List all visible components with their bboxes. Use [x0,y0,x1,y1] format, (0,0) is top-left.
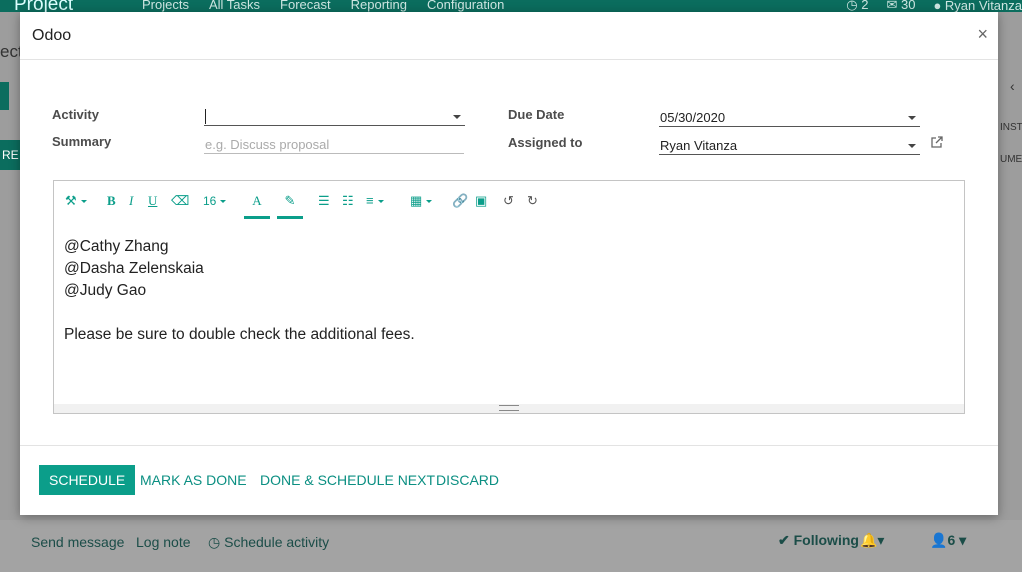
log-note-button[interactable]: Log note [136,534,191,550]
undo-icon[interactable]: ↺ [503,192,514,210]
text-cursor [205,108,206,124]
summary-input[interactable]: e.g. Discuss proposal [204,132,464,154]
chevron-down-icon[interactable] [908,116,916,120]
clock-icon: ◷ [208,534,221,550]
align-icon[interactable]: ≡ [366,192,384,210]
menu-all-tasks[interactable]: All Tasks [209,0,260,12]
message-count: 30 [900,0,916,12]
app-brand[interactable]: Project [14,0,73,12]
chevron-left-icon[interactable]: ‹ [1010,78,1015,94]
font-size-value: 16 [203,194,217,208]
due-date-label: Due Date [508,107,565,122]
numbered-list-icon[interactable]: ☷ [342,192,354,210]
followers-count: 6 [947,532,956,548]
editor-resize-handle[interactable] [54,404,964,413]
bullet-list-icon[interactable]: ☰ [318,192,330,210]
schedule-activity-button[interactable]: ◷ Schedule activity [208,534,329,551]
assigned-value: Ryan Vitanza [660,138,738,153]
underline-icon[interactable]: U [148,192,157,210]
discard-button[interactable]: DISCARD [436,465,499,495]
check-icon: ✔ [778,532,790,548]
mention-line: @Judy Gao [64,282,147,299]
schedule-activity-label: Schedule activity [224,534,330,550]
menu-configuration[interactable]: Configuration [427,0,504,12]
eraser-icon[interactable]: ⌫ [171,192,189,210]
right-fragment-2: UMEN [1000,154,1022,165]
table-icon[interactable]: ▦ [410,192,432,210]
redo-icon[interactable]: ↻ [527,192,538,210]
bold-icon[interactable]: B [107,192,116,210]
chevron-down-icon[interactable] [453,115,461,119]
image-icon[interactable]: ▣ [475,192,487,210]
link-icon[interactable]: 🔗 [452,192,468,210]
menu-projects[interactable]: Projects [142,0,189,12]
messages-icon[interactable]: ✉ 30 [886,0,915,12]
users-icon: 👤 [930,532,948,548]
schedule-activity-dialog: Odoo × Activity Summary e.g. Discuss pro… [20,12,998,515]
menu-reporting[interactable]: Reporting [351,0,407,12]
dialog-title: Odoo [32,27,72,44]
mention-line: @Cathy Zhang [64,238,169,255]
chevron-down-icon[interactable] [908,144,916,148]
assigned-to-label: Assigned to [508,135,583,150]
italic-icon[interactable]: I [129,192,133,210]
external-link-icon[interactable] [930,136,943,149]
chatter-bar: Send message Log note ◷ Schedule activit… [0,520,1022,572]
followers-button[interactable]: 👤6 ▾ [930,532,966,549]
due-date-value: 05/30/2020 [660,110,726,125]
due-date-input[interactable]: 05/30/2020 [659,105,920,127]
mention-line: @Dasha Zelenskaia [64,260,204,277]
bell-icon[interactable]: 🔔▾ [860,532,884,549]
following-button[interactable]: ✔ Following [778,532,859,549]
activity-label: Activity [52,107,99,122]
schedule-button[interactable]: SCHEDULE [39,465,136,495]
assigned-to-select[interactable]: Ryan Vitanza [659,133,920,155]
grip-icon [499,405,519,411]
note-editor[interactable]: ⚒ B I U ⌫ 16 A ✎ ☰ ☷ ≡ ▦ 🔗 ▣ ↺ ↻ @Cathy … [53,180,965,414]
font-size-select[interactable]: 16 [203,192,226,210]
menu-forecast[interactable]: Forecast [280,0,331,12]
systray: ◷ 2 ✉ 30 ● Ryan Vitanza [846,0,1022,12]
highlight-brush-icon[interactable]: ✎ [277,192,303,219]
following-label: Following [793,532,859,548]
activity-select[interactable] [204,104,465,126]
user-menu[interactable]: ● Ryan Vitanza [933,0,1022,12]
right-fragment-1: INST [1000,122,1022,133]
summary-label: Summary [52,134,112,149]
dialog-header: Odoo × [20,12,998,60]
main-menu: Projects All Tasks Forecast Reporting Co… [142,0,504,12]
message-line: Please be sure to double check the addit… [64,326,415,343]
mark-as-done-button[interactable]: MARK AS DONE [140,465,247,495]
done-schedule-next-button[interactable]: DONE & SCHEDULE NEXT [260,465,435,495]
action-button-fragment[interactable]: RE [0,140,20,170]
summary-placeholder: e.g. Discuss proposal [205,137,330,152]
close-icon[interactable]: × [977,24,988,45]
magic-wand-icon[interactable]: ⚒ [65,192,87,210]
editor-content[interactable]: @Cathy Zhang @Dasha Zelenskaia @Judy Gao… [64,236,415,346]
top-navbar: Project Projects All Tasks Forecast Repo… [0,0,1022,12]
font-color-icon[interactable]: A [244,192,270,219]
send-message-button[interactable]: Send message [31,534,124,550]
activity-count: 2 [861,0,869,12]
dialog-footer: SCHEDULE MARK AS DONE DONE & SCHEDULE NE… [20,445,998,515]
create-button-fragment[interactable] [0,82,9,110]
editor-toolbar: ⚒ B I U ⌫ 16 A ✎ ☰ ☷ ≡ ▦ 🔗 ▣ ↺ ↻ [54,181,964,221]
user-name: Ryan Vitanza [944,0,1022,12]
activity-icon[interactable]: ◷ 2 [846,0,868,12]
